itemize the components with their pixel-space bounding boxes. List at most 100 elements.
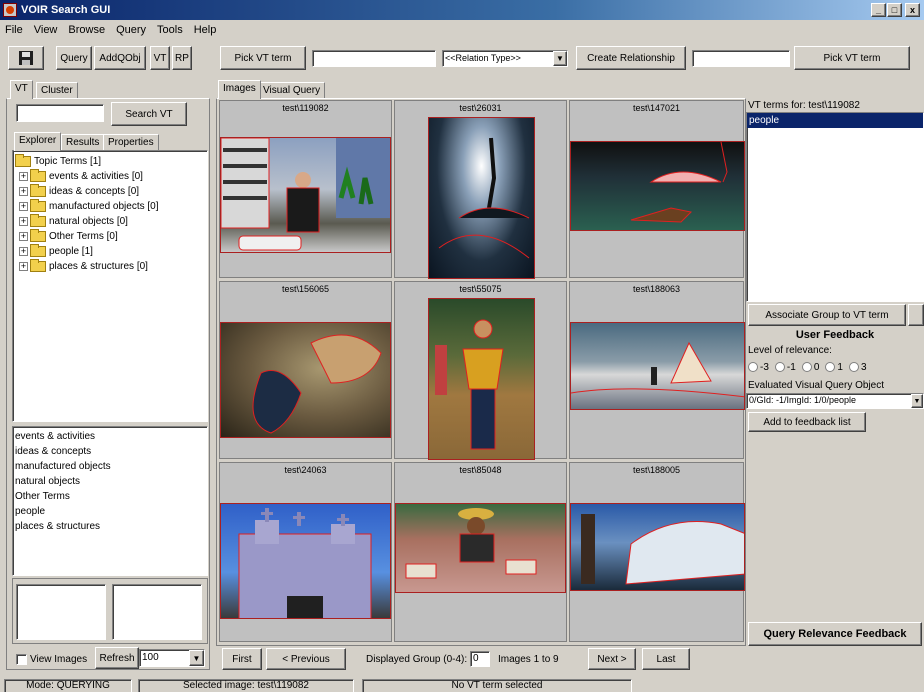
radio-icon[interactable] — [801, 362, 812, 373]
add-feedback-button[interactable]: Add to feedback list — [748, 412, 866, 432]
radio-icon[interactable] — [774, 362, 785, 373]
tree-node-natural[interactable]: + natural objects [0] — [19, 214, 128, 229]
chevron-down-icon[interactable]: ▼ — [911, 394, 923, 408]
relevance-radio-1[interactable]: 1 — [825, 362, 843, 374]
view-images-label: View Images — [30, 653, 88, 665]
thumbnail[interactable]: test\119082 — [219, 100, 392, 278]
left-panel: VT Cluster Search VT Explorer Results Pr… — [0, 76, 214, 676]
folder-icon — [30, 244, 46, 257]
chevron-down-icon[interactable]: ▼ — [189, 650, 204, 666]
tree-root[interactable]: Topic Terms [1] — [15, 154, 101, 169]
tree-node-people[interactable]: + people [1] — [19, 244, 93, 259]
evaluated-object-select[interactable]: 0/GId: -1/ImgId: 1/0/people ▼ — [746, 393, 924, 409]
tab-vt[interactable]: VT — [10, 80, 33, 99]
list-item[interactable]: ideas & concepts — [13, 444, 207, 459]
group-label: Displayed Group (0-4): — [366, 654, 468, 665]
associate-group-button[interactable]: Associate Group to VT term — [748, 304, 906, 326]
tab-visual-query[interactable]: Visual Query — [258, 82, 326, 99]
refresh-button[interactable]: Refresh — [95, 647, 139, 669]
vt-term-right-field[interactable] — [692, 50, 790, 67]
relevance-radio-0[interactable]: 0 — [801, 362, 819, 374]
query-relevance-feedback-button[interactable]: Query Relevance Feedback — [748, 622, 922, 646]
tree-node-manufactured[interactable]: + manufactured objects [0] — [19, 199, 159, 214]
close-button[interactable]: x — [905, 3, 920, 17]
last-button[interactable]: Last — [642, 648, 690, 670]
first-button[interactable]: First — [222, 648, 262, 670]
folder-icon — [30, 259, 46, 272]
thumbnail[interactable]: test\24063 — [219, 462, 392, 642]
pick-vt-term-left-button[interactable]: Pick VT term — [220, 46, 306, 70]
tab-results[interactable]: Results — [61, 134, 105, 151]
search-vt-button[interactable]: Search VT — [111, 102, 187, 126]
vt-term-item-selected[interactable]: people — [747, 113, 923, 128]
thumbnail-label: test\119082 — [282, 103, 329, 113]
menu-help[interactable]: Help — [189, 24, 223, 36]
list-item[interactable]: people — [13, 504, 207, 519]
query-button[interactable]: Query — [56, 46, 92, 70]
menu-query[interactable]: Query — [111, 24, 152, 36]
thumbnail[interactable]: test\147021 — [569, 100, 745, 278]
thumbnail[interactable]: test\55075 — [394, 281, 567, 460]
radio-icon[interactable] — [848, 362, 859, 373]
relation-type-select[interactable]: <<Relation Type>> ▼ — [442, 50, 568, 67]
vt-term-left-field[interactable] — [312, 50, 436, 67]
image-church — [220, 503, 391, 619]
tree-node-other[interactable]: + Other Terms [0] — [19, 229, 118, 244]
relevance-radio-3[interactable]: 3 — [848, 362, 867, 374]
tab-cluster[interactable]: Cluster — [36, 82, 78, 99]
thumbnail[interactable]: test\85048 — [394, 462, 567, 642]
thumbnail[interactable]: test\26031 — [394, 100, 567, 279]
list-item[interactable]: places & structures — [13, 519, 207, 534]
tree-node-places[interactable]: + places & structures [0] — [19, 259, 148, 274]
tab-explorer[interactable]: Explorer — [14, 132, 62, 151]
save-button[interactable] — [8, 46, 44, 70]
tree-node-ideas[interactable]: + ideas & concepts [0] — [19, 184, 139, 199]
relevance-radio-neg3[interactable]: -3 — [748, 362, 769, 374]
tile-worker-drawing — [405, 508, 537, 579]
view-images-checkbox[interactable]: View Images — [16, 652, 96, 666]
vt-search-input[interactable] — [16, 104, 104, 122]
preview-box-left — [16, 584, 106, 640]
maximize-button[interactable]: □ — [887, 3, 902, 17]
list-item[interactable]: natural objects — [13, 474, 207, 489]
menu-tools[interactable]: Tools — [152, 24, 189, 36]
expand-icon[interactable]: + — [19, 262, 28, 271]
radio-icon[interactable] — [748, 362, 758, 373]
expand-icon[interactable]: + — [19, 202, 28, 211]
list-item[interactable]: events & activities — [13, 429, 207, 444]
add-query-object-button[interactable]: AddQObj — [94, 46, 146, 70]
menu-view[interactable]: View — [29, 24, 64, 36]
checkbox-box[interactable] — [16, 653, 27, 665]
tab-properties[interactable]: Properties — [103, 134, 159, 151]
next-button[interactable]: Next > — [588, 648, 636, 670]
menu-file[interactable]: File — [0, 24, 29, 36]
create-relationship-button[interactable]: Create Relationship — [576, 46, 686, 70]
tree-node-events[interactable]: + events & activities [0] — [19, 169, 143, 184]
minimize-button[interactable]: _ — [871, 3, 886, 17]
thumbnail[interactable]: test\188005 — [569, 462, 745, 642]
thumbnail[interactable]: test\188063 — [569, 281, 745, 459]
expand-icon[interactable]: + — [19, 187, 28, 196]
associate-extra-button[interactable] — [908, 304, 924, 326]
thumbnail[interactable]: test\156065 — [219, 281, 392, 459]
expand-icon[interactable]: + — [19, 217, 28, 226]
pick-vt-term-right-button[interactable]: Pick VT term — [794, 46, 910, 70]
boat-umbrella-drawing — [630, 142, 728, 223]
menu-browse[interactable]: Browse — [63, 24, 111, 36]
tab-images[interactable]: Images — [218, 80, 261, 99]
count-select[interactable]: 100 ▼ — [139, 649, 205, 667]
chevron-down-icon[interactable]: ▼ — [553, 51, 567, 66]
rp-button[interactable]: RP — [172, 46, 192, 70]
previous-button[interactable]: < Previous — [266, 648, 346, 670]
relevance-radio-neg1[interactable]: -1 — [774, 362, 796, 374]
expand-icon[interactable]: + — [19, 247, 28, 256]
group-input[interactable]: 0 — [470, 651, 490, 667]
radio-icon[interactable] — [825, 362, 836, 373]
expand-icon[interactable]: + — [19, 232, 28, 241]
relevance-options: -3 -1 0 1 3 — [748, 362, 924, 374]
list-item[interactable]: Other Terms — [13, 489, 207, 504]
thumbnail-label: test\26031 — [459, 103, 502, 113]
vt-button[interactable]: VT — [150, 46, 170, 70]
expand-icon[interactable]: + — [19, 172, 28, 181]
list-item[interactable]: manufactured objects — [13, 459, 207, 474]
